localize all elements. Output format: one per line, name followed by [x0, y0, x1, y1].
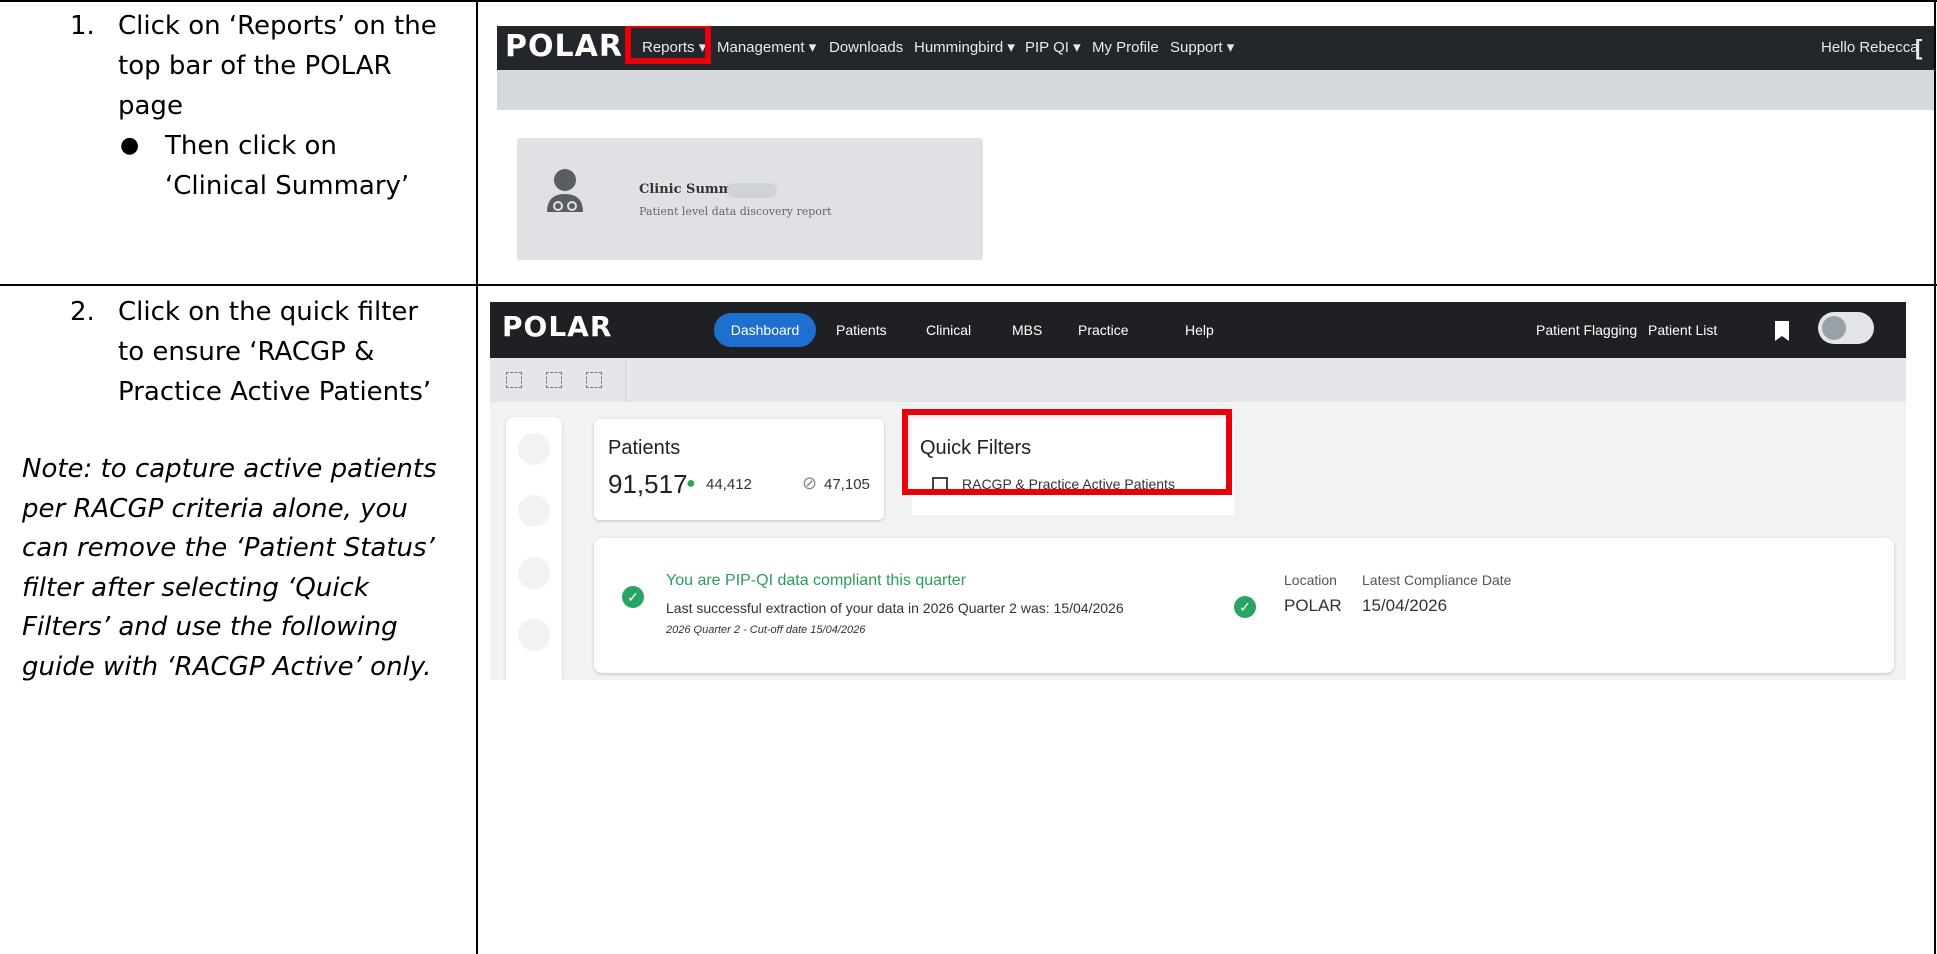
- compliance-message: You are PIP-QI data compliant this quart…: [666, 572, 967, 589]
- male-icon: ●: [686, 475, 696, 492]
- polar-logo-text: POLAR: [502, 310, 613, 343]
- note-line: Note: to capture active patients: [22, 454, 437, 484]
- patients-summary-card: Patients 91,517 ● 44,412 ⊘ 47,105: [594, 419, 884, 520]
- reports-highlight-box: [625, 26, 711, 64]
- polar-dashboard-top-bar: POLAR Dashboard Patients Clinical MBS Pr…: [490, 302, 1906, 358]
- nav-my-profile[interactable]: My Profile: [1092, 26, 1159, 70]
- table-column-divider: [476, 0, 478, 954]
- latest-compliance-value: 15/04/2026: [1362, 596, 1448, 615]
- polar-sub-bar: [497, 70, 1934, 110]
- calculator-icon[interactable]: [518, 557, 550, 589]
- step-2-number: 2.: [70, 297, 95, 327]
- step-1-bullet-line-1: Then click on: [165, 131, 337, 161]
- table-border-top: [0, 0, 1937, 2]
- patients-female-count: 47,105: [824, 476, 870, 493]
- tab-mbs[interactable]: MBS: [1012, 302, 1042, 358]
- note-line: guide with ‘RACGP Active’ only.: [22, 651, 432, 682]
- tab-help[interactable]: Help: [1185, 302, 1214, 358]
- patient-flagging-link[interactable]: Patient Flagging: [1536, 302, 1637, 358]
- tab-dashboard[interactable]: Dashboard: [714, 313, 816, 347]
- check-circle-icon: ✓: [1234, 596, 1256, 618]
- doctor-icon: [547, 169, 583, 212]
- nav-management[interactable]: Management ▾: [717, 26, 816, 70]
- note-line: per RACGP criteria alone, you: [22, 493, 408, 524]
- check-circle-icon: ✓: [622, 586, 644, 608]
- step-1-line-1: Click on ‘Reports’ on the: [118, 11, 437, 41]
- polar-reports-screenshot: POLAR Reports ▾ Management ▾ Downloads H…: [497, 26, 1934, 266]
- location-label: Location: [1284, 572, 1337, 588]
- theme-toggle[interactable]: [1818, 312, 1874, 344]
- step-2-line-3: Practice Active Patients’: [118, 377, 432, 407]
- step-2-line-1: Click on the quick filter: [118, 297, 419, 327]
- table-border-right: [1934, 0, 1936, 954]
- tab-practice[interactable]: Practice: [1078, 302, 1129, 358]
- latest-compliance-label: Latest Compliance Date: [1362, 572, 1512, 588]
- polar-logo: POLAR: [505, 29, 623, 64]
- nav-hummingbird[interactable]: Hummingbird ▾: [914, 26, 1015, 70]
- table-row-divider: [0, 284, 1937, 286]
- step-1-line-3: page: [118, 91, 183, 121]
- patients-total: 91,517: [608, 469, 688, 499]
- polar-logo-text: POLAR: [505, 29, 623, 64]
- nav-pip-qi[interactable]: PIP QI ▾: [1025, 26, 1081, 70]
- greeting-text: Hello Rebecca: [1821, 39, 1919, 56]
- dashboard-toolbar: [490, 358, 1906, 402]
- polar-top-bar: POLAR Reports ▾ Management ▾ Downloads H…: [497, 26, 1934, 70]
- location-value: POLAR: [1284, 596, 1342, 615]
- nav-support[interactable]: Support ▾: [1170, 26, 1234, 70]
- quick-filters-highlight-box: [902, 409, 1232, 495]
- note-line: filter after selecting ‘Quick: [22, 572, 369, 603]
- clinic-summary-subtitle: Patient level data discovery report: [639, 205, 832, 218]
- step-1-number: 1.: [70, 11, 95, 41]
- toggle-knob: [1822, 316, 1846, 340]
- dashboard-side-menu: [506, 417, 562, 680]
- step-1-bullet-line-2: ‘Clinical Summary’: [165, 171, 410, 201]
- polar-logo: POLAR: [502, 310, 612, 343]
- collapse-icon[interactable]: [506, 372, 522, 388]
- patient-list-link[interactable]: Patient List: [1648, 302, 1717, 358]
- step-1-line-2: top bar of the POLAR: [118, 51, 392, 81]
- clinic-summary-card[interactable]: Clinic Summary Patient level data discov…: [517, 138, 983, 260]
- patients-title: Patients: [608, 437, 681, 459]
- tab-patients[interactable]: Patients: [836, 302, 887, 358]
- patient-search-icon[interactable]: [518, 433, 550, 465]
- calendar-icon[interactable]: [518, 619, 550, 651]
- compliance-extraction-line: Last successful extraction of your data …: [666, 600, 1124, 616]
- bookmark-icon[interactable]: [1775, 321, 1789, 341]
- patients-male-count: 44,412: [706, 476, 752, 493]
- note-line: can remove the ‘Patient Status’: [22, 533, 435, 563]
- note-line: Filters’ and use the following: [22, 612, 398, 642]
- compliance-cutoff: 2026 Quarter 2 - Cut-off date 15/04/2026: [666, 624, 866, 636]
- compliance-card: ✓ You are PIP-QI data compliant this qua…: [594, 538, 1894, 673]
- polar-dashboard-screenshot: POLAR Dashboard Patients Clinical MBS Pr…: [490, 302, 1906, 680]
- nav-downloads[interactable]: Downloads: [829, 26, 903, 70]
- note-text: Note: to capture active patients per RAC…: [22, 450, 462, 687]
- tab-clinical[interactable]: Clinical: [926, 302, 971, 358]
- redacted-badge: [727, 183, 777, 198]
- reset-icon[interactable]: [586, 372, 602, 388]
- inactive-patient-icon: ⊘: [802, 473, 818, 493]
- step-2-line-2: to ensure ‘RACGP &: [118, 337, 375, 367]
- logout-icon[interactable]: [: [1915, 26, 1922, 70]
- bullet-icon: ●: [120, 133, 140, 158]
- patient-profile-icon[interactable]: [518, 495, 550, 527]
- toolbar-divider: [625, 358, 626, 402]
- expand-icon[interactable]: [546, 372, 562, 388]
